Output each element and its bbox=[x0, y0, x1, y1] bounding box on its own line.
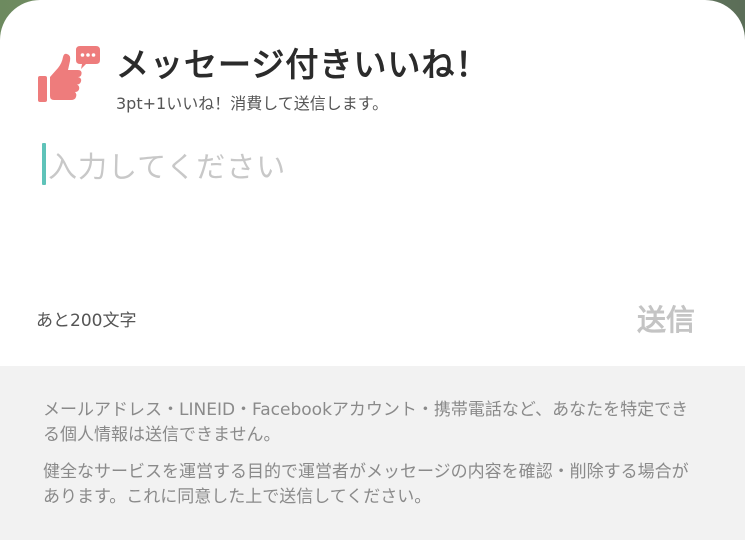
privacy-notice: メールアドレス・LINEID・Facebookアカウント・携帯電話など、あなたを… bbox=[43, 400, 689, 445]
thumbs-up-chat-icon bbox=[38, 46, 100, 102]
message-input-area bbox=[42, 140, 702, 260]
send-button[interactable]: 送信 bbox=[626, 296, 706, 340]
sheet-header: メッセージ付きいいね！ 3pt+1いいね！消費して送信します。 bbox=[36, 36, 716, 116]
message-like-sheet: メッセージ付きいいね！ 3pt+1いいね！消費して送信します。 あと200文字 … bbox=[0, 0, 745, 540]
sheet-title: メッセージ付きいいね！ bbox=[116, 45, 490, 84]
notice-panel: メールアドレス・LINEID・Facebookアカウント・携帯電話など、あなたを… bbox=[0, 366, 745, 540]
text-caret bbox=[42, 143, 46, 185]
message-input[interactable] bbox=[48, 140, 698, 254]
moderation-notice: 健全なサービスを運営する目的で運営者がメッセージの内容を確認・削除する場合があり… bbox=[43, 462, 689, 507]
remaining-characters: あと200文字 bbox=[36, 311, 137, 331]
cost-description: 3pt+1いいね！消費して送信します。 bbox=[116, 94, 389, 113]
